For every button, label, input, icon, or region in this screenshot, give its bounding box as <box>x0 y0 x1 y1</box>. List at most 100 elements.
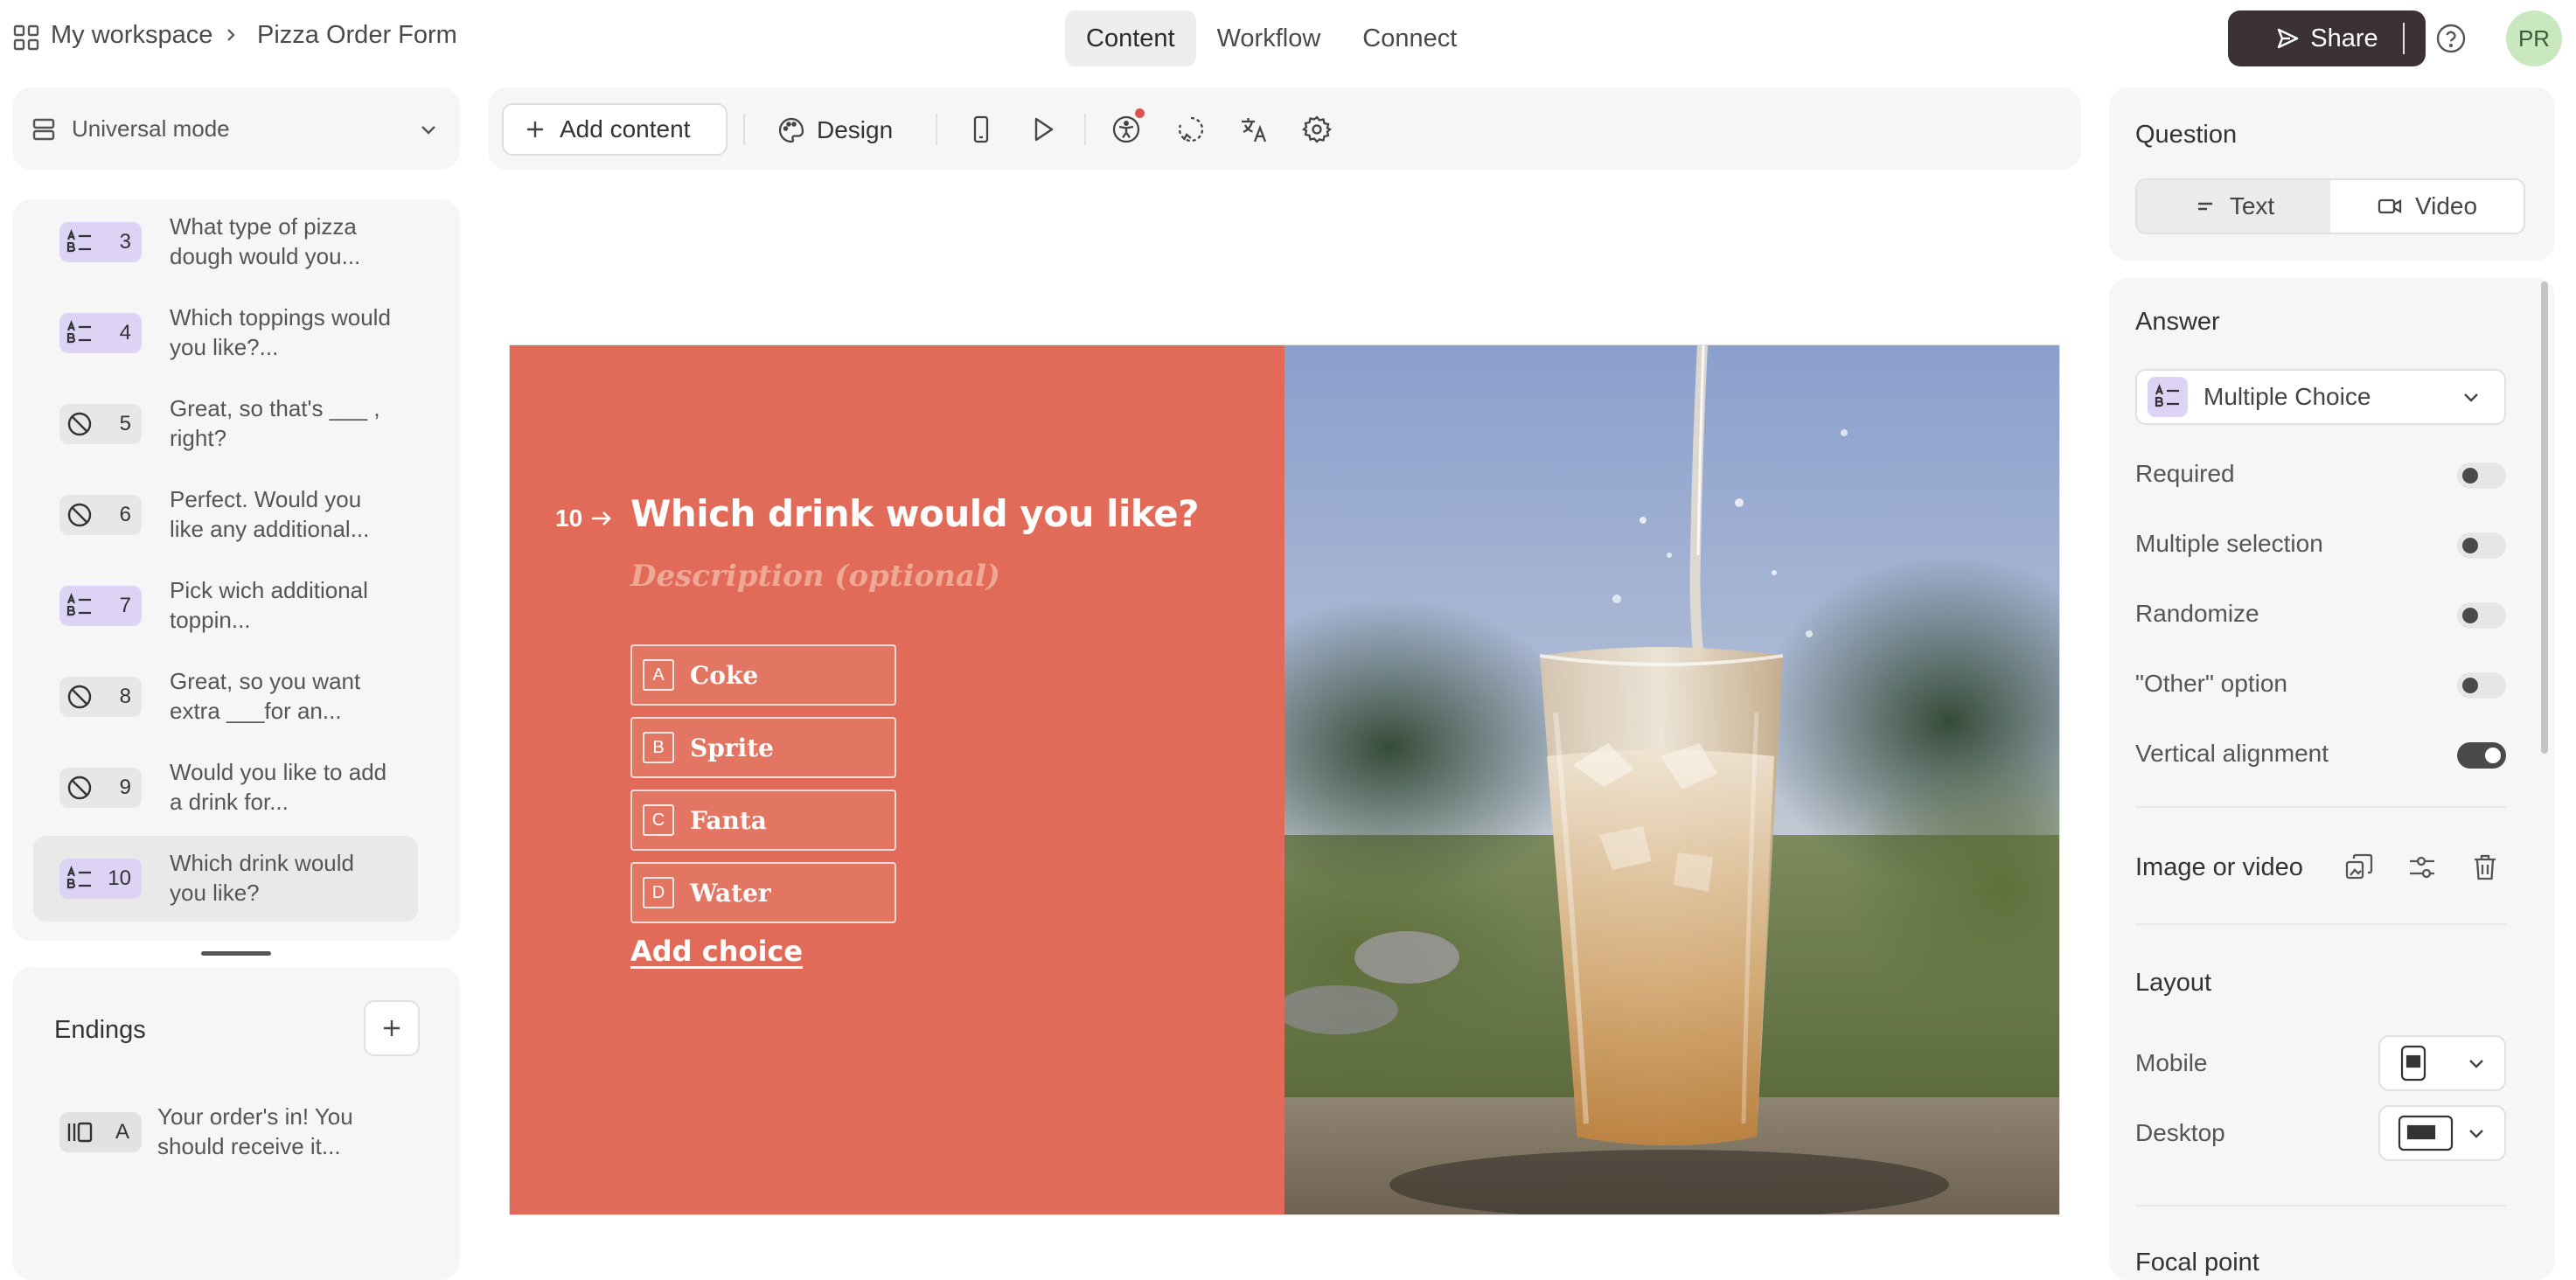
answer-type-dropdown[interactable]: Multiple Choice <box>2135 369 2506 425</box>
mobile-layout-icon <box>2400 1045 2426 1082</box>
required-toggle[interactable] <box>2457 463 2506 489</box>
divider <box>743 114 745 145</box>
question-item-6[interactable]: 6 Perfect. Would you like any additional… <box>33 472 418 558</box>
choice-option-b[interactable]: B Sprite <box>630 717 896 778</box>
adjust-sliders-icon[interactable] <box>2406 852 2438 883</box>
breadcrumb-workspace[interactable]: My workspace <box>51 21 212 50</box>
settings-icon[interactable] <box>1301 114 1333 145</box>
choice-option-d[interactable]: D Water <box>630 862 896 923</box>
choice-label: Sprite <box>690 733 774 762</box>
question-image[interactable] <box>1285 345 2059 1214</box>
statement-icon <box>67 412 92 436</box>
avatar[interactable]: PR <box>2506 10 2562 66</box>
question-item-5[interactable]: 5 Great, so that's ___ , right? <box>33 381 418 467</box>
question-badge: 7 <box>59 586 142 626</box>
question-settings-panel: Question Text Video <box>2109 87 2555 261</box>
question-text: Which drink would you like? <box>170 850 354 906</box>
question-item-9[interactable]: 9 Would you like to add a drink for... <box>33 745 418 831</box>
choice-option-a[interactable]: A Coke <box>630 644 896 706</box>
question-number: 9 <box>119 776 131 799</box>
workspace-grid-icon[interactable] <box>12 24 40 52</box>
question-number-indicator: 10 <box>555 504 614 532</box>
multiple-choice-icon <box>66 865 91 889</box>
settings-scrollbar[interactable] <box>2541 282 2548 754</box>
notification-dot <box>1135 108 1145 118</box>
question-text: Pick wich additional toppin... <box>170 577 368 633</box>
question-number: 4 <box>119 321 131 344</box>
share-button[interactable]: Share <box>2228 10 2426 66</box>
help-icon[interactable] <box>2434 22 2468 55</box>
logic-icon[interactable] <box>1175 114 1207 145</box>
multiple-choice-icon <box>66 592 91 616</box>
play-icon[interactable] <box>1027 114 1058 145</box>
answer-section-title: Answer <box>2135 308 2220 336</box>
tab-workflow[interactable]: Workflow <box>1196 10 1342 66</box>
choice-key: B <box>643 732 674 763</box>
add-choice-link[interactable]: Add choice <box>630 935 803 968</box>
other-option-toggle[interactable] <box>2457 672 2506 699</box>
question-type-video[interactable]: Video <box>2330 180 2524 233</box>
choice-option-c[interactable]: C Fanta <box>630 790 896 851</box>
add-content-button[interactable]: Add content <box>502 103 728 156</box>
vertical-alignment-toggle[interactable] <box>2457 742 2506 769</box>
divider <box>1084 114 1086 145</box>
question-type-text[interactable]: Text <box>2137 180 2330 233</box>
tab-content[interactable]: Content <box>1065 10 1196 66</box>
question-text: Perfect. Would you like any additional..… <box>170 486 370 542</box>
mode-label: Universal mode <box>72 115 230 142</box>
divider <box>2403 23 2405 54</box>
layout-desktop-dropdown[interactable] <box>2378 1105 2506 1161</box>
trash-icon[interactable] <box>2469 852 2501 883</box>
desktop-layout-icon <box>2398 1115 2454 1151</box>
multiple-selection-toggle[interactable] <box>2457 532 2506 559</box>
ending-icon <box>67 1122 93 1143</box>
tab-connect[interactable]: Connect <box>1341 10 1478 66</box>
plus-icon <box>384 1020 400 1036</box>
image-or-video-label: Image or video <box>2135 853 2303 881</box>
replace-media-icon[interactable] <box>2343 852 2375 883</box>
ending-text[interactable]: Your order's in! You should receive it..… <box>157 1102 402 1161</box>
mode-selector[interactable]: Universal mode <box>12 87 460 170</box>
question-section-title: Question <box>2135 121 2238 149</box>
editor-toolbar: Add content Design <box>488 87 2081 170</box>
share-label: Share <box>2310 24 2378 52</box>
randomize-label: Randomize <box>2135 600 2259 627</box>
focal-point-title: Focal point <box>2135 1249 2259 1277</box>
question-number: 7 <box>119 594 131 617</box>
endings-title: Endings <box>54 1016 146 1044</box>
vertical-alignment-label: Vertical alignment <box>2135 740 2329 767</box>
question-badge: 6 <box>59 495 142 535</box>
divider <box>2135 1205 2506 1207</box>
statement-icon <box>67 503 92 527</box>
chevron-down-icon <box>2469 1130 2483 1138</box>
question-item-3[interactable]: 3 What type of pizza dough would you... <box>33 199 418 285</box>
endings-panel: Endings A Your order's in! You should re… <box>12 967 460 1280</box>
multiple-choice-icon <box>66 319 91 344</box>
layout-mobile-dropdown[interactable] <box>2378 1035 2506 1091</box>
question-item-7[interactable]: 7 Pick wich additional toppin... <box>33 563 418 649</box>
resize-handle[interactable] <box>201 951 271 956</box>
chevron-down-icon <box>2469 1060 2483 1068</box>
question-number: 10 <box>108 866 131 890</box>
mobile-preview-icon[interactable] <box>965 114 997 145</box>
question-title[interactable]: Which drink would you like? <box>630 492 1200 535</box>
question-item-4[interactable]: 4 Which toppings would you like?... <box>33 290 418 376</box>
layout-section-title: Layout <box>2135 969 2212 997</box>
question-item-10[interactable]: 10 Which drink would you like? <box>33 836 418 922</box>
question-item-8[interactable]: 8 Great, so you want extra ___for an... <box>33 654 418 740</box>
choice-key: A <box>643 659 674 691</box>
question-card: 10 Which drink would you like? Descripti… <box>510 345 1285 1214</box>
description-placeholder[interactable]: Description (optional) <box>630 559 1000 594</box>
palette-icon <box>778 117 804 143</box>
add-ending-button[interactable] <box>364 1000 420 1056</box>
translate-icon[interactable] <box>1238 114 1270 145</box>
randomize-toggle[interactable] <box>2457 602 2506 629</box>
ending-badge[interactable]: A <box>59 1112 142 1152</box>
multiple-choice-icon <box>66 228 91 253</box>
accessibility-icon[interactable] <box>1110 114 1142 145</box>
question-number: 5 <box>119 412 131 435</box>
choice-label: Coke <box>690 660 759 690</box>
question-text: What type of pizza dough would you... <box>170 213 361 269</box>
breadcrumb-form-title[interactable]: Pizza Order Form <box>257 21 457 50</box>
design-button[interactable]: Design <box>776 115 893 145</box>
